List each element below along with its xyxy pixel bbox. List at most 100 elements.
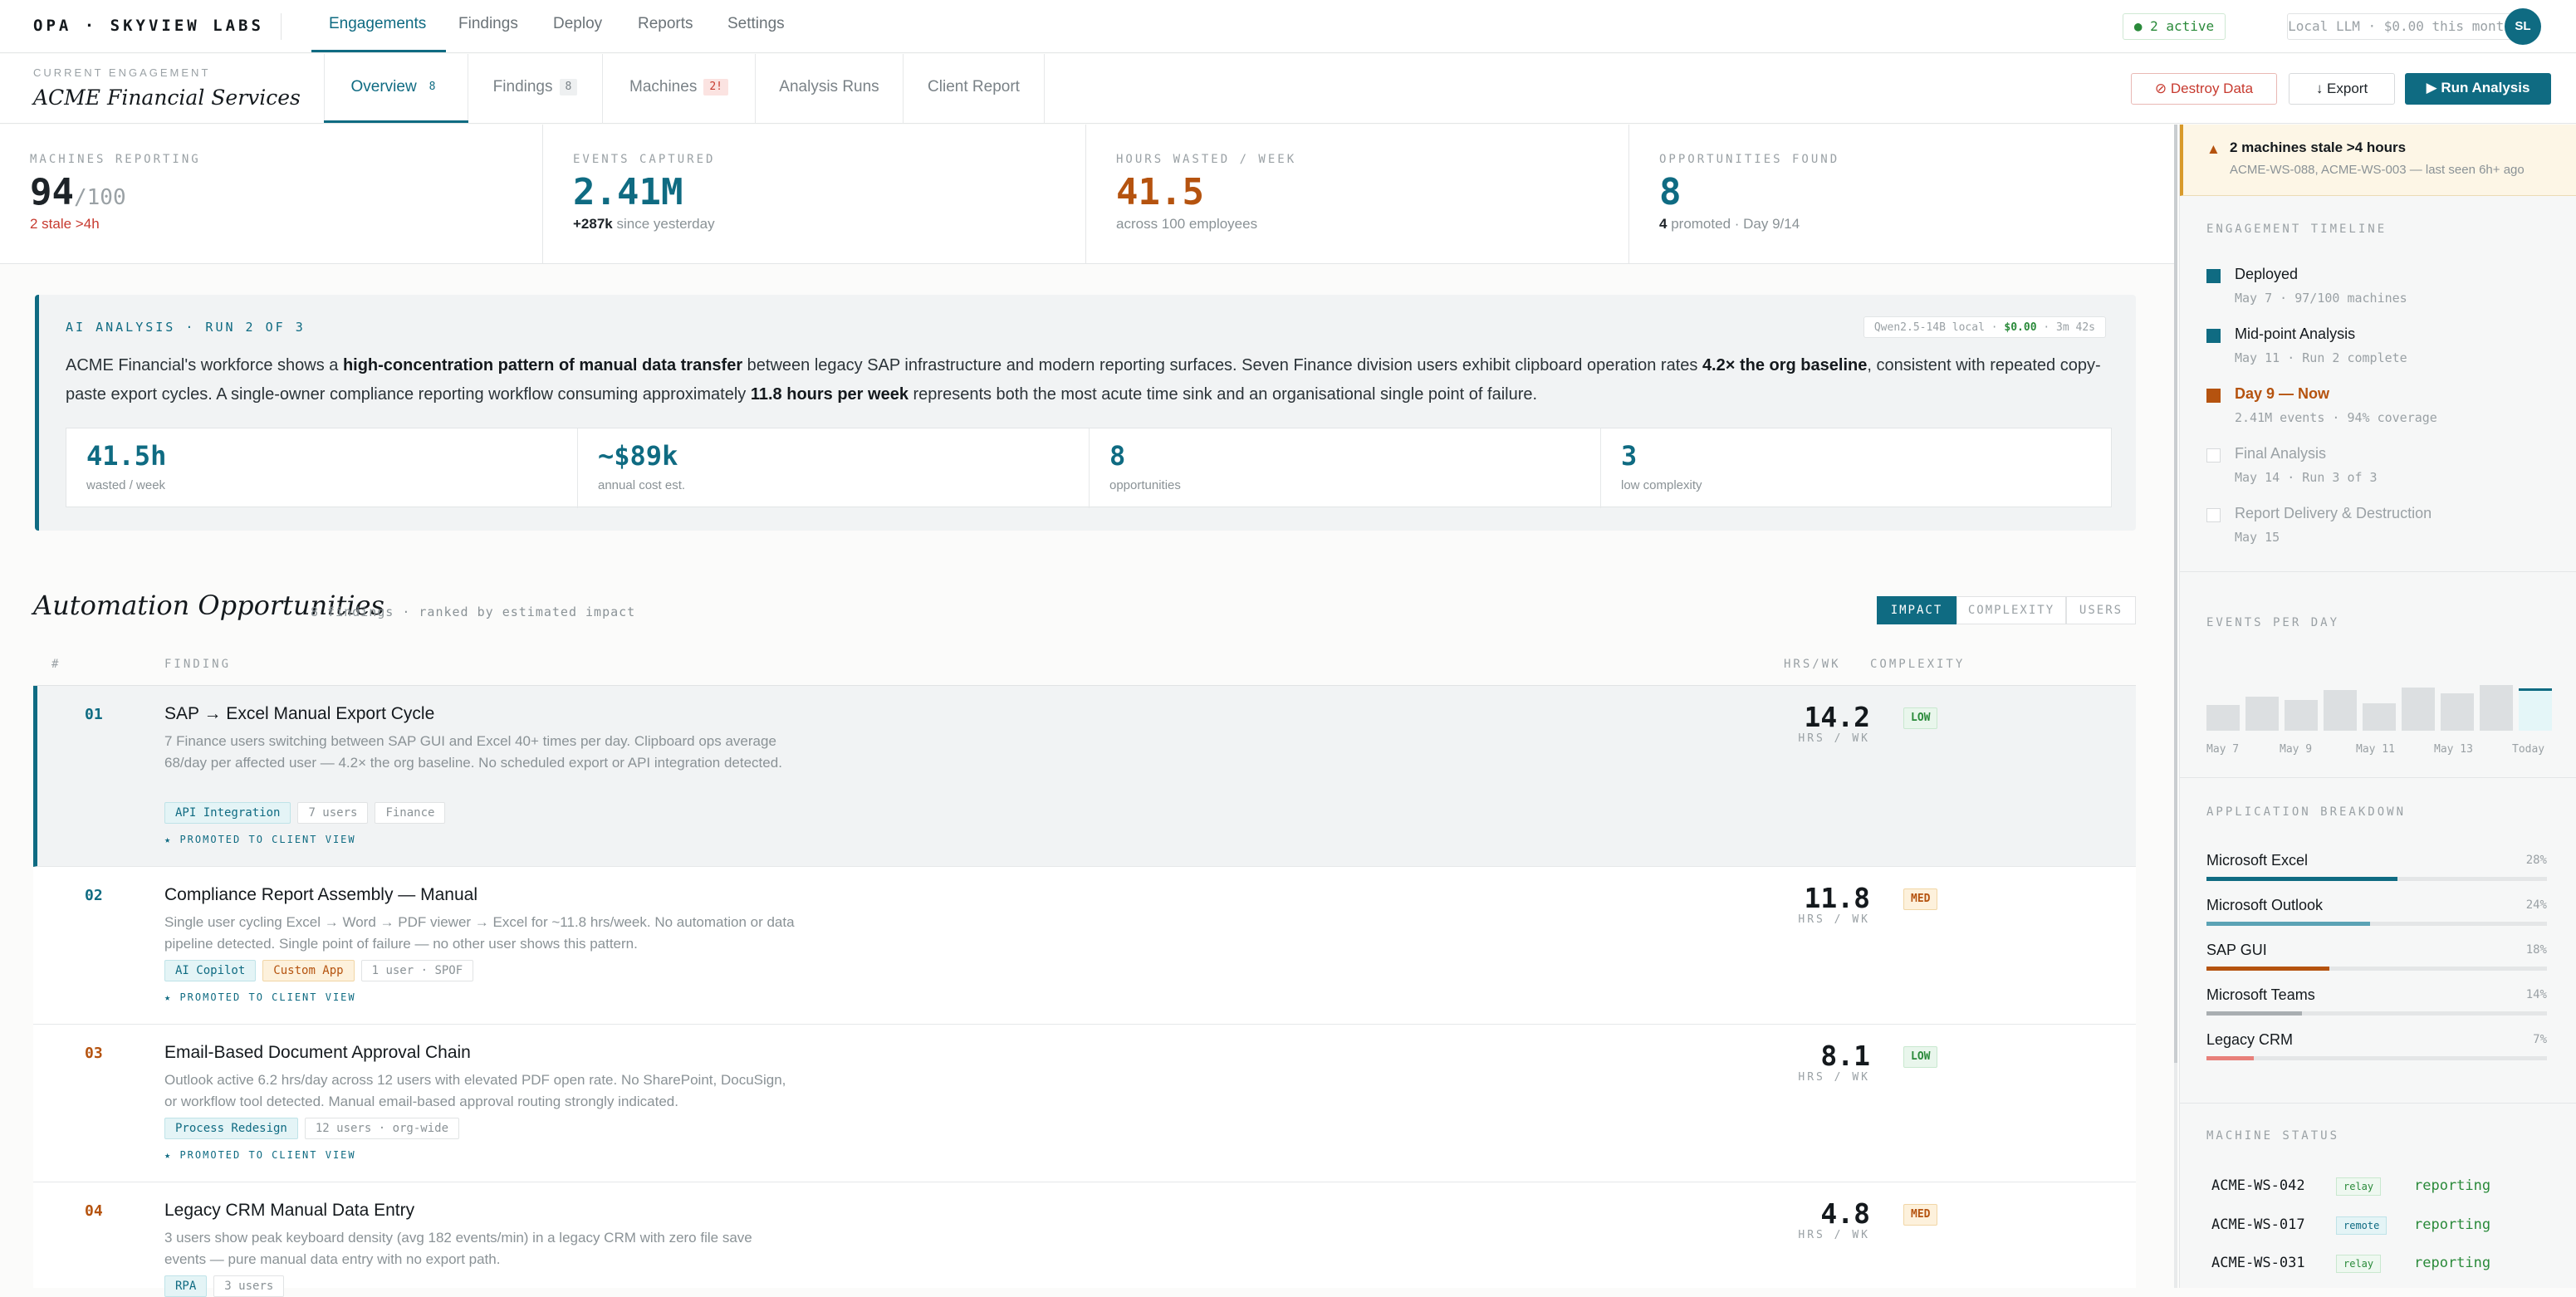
stat-label: HOURS WASTED / WEEK [1116, 153, 1297, 166]
ai-metric-label: low complexity [1621, 478, 1702, 492]
stat-value: 94/100 [30, 171, 126, 213]
nav-settings[interactable]: Settings [727, 15, 785, 33]
nav-divider [281, 13, 282, 40]
stat-subtext-bold: +287k [573, 216, 613, 232]
tab-analysis-runs[interactable]: Analysis Runs [756, 54, 904, 124]
section-divider [2180, 1103, 2576, 1104]
machine-row[interactable]: ACME-WS-031 relay reporting [2211, 1251, 2547, 1276]
destroy-data-button[interactable]: ⊘ Destroy Data [2131, 73, 2277, 105]
timeline-current-marker [2206, 389, 2221, 403]
events-bar [2363, 703, 2396, 731]
tab-machines[interactable]: Machines 2! [603, 54, 756, 124]
timeline-title: Deployed [2235, 266, 2299, 282]
app-bar-fill [2206, 1011, 2302, 1016]
tag: Custom App [262, 960, 355, 981]
timeline-done-marker [2206, 269, 2221, 283]
app-breakdown-row: Microsoft Teams 14% [2206, 986, 2547, 1020]
avatar[interactable]: SL [2505, 8, 2541, 45]
app-bar-track [2206, 1056, 2547, 1060]
table-row[interactable]: 04 Legacy CRM Manual Data Entry 3 users … [33, 1182, 2136, 1297]
row-tags: API Integration 7 users Finance [164, 802, 452, 824]
warning-icon: ▲ [2206, 141, 2221, 157]
promoted-label: ★ PROMOTED TO CLIENT VIEW [164, 834, 356, 845]
ai-metric-value: 41.5h [86, 440, 167, 472]
section-divider [2180, 571, 2576, 572]
row-tags: RPA 3 users [164, 1275, 291, 1297]
ai-metric-label: opportunities [1109, 478, 1181, 492]
stat-label: MACHINES REPORTING [30, 153, 201, 166]
ai-metric: 41.5h wasted / week [66, 428, 578, 508]
tab-count: 8 [559, 78, 578, 95]
stat-value: 41.5 [1116, 171, 1204, 213]
row-hours-unit: HRS / WK [1798, 913, 1870, 926]
timeline-pending-marker [2206, 448, 2221, 463]
col-hrs: HRS/WK [1784, 658, 1841, 671]
machine-status: reporting [2414, 1177, 2491, 1194]
ai-metric-value: 8 [1109, 440, 1126, 472]
nav-findings[interactable]: Findings [458, 15, 518, 33]
row-tags: AI Copilot Custom App 1 user · SPOF [164, 960, 480, 981]
machine-row[interactable]: ACME-WS-042 relay reporting [2211, 1174, 2547, 1199]
ai-model: Qwen2.5-14B local [1873, 321, 1985, 334]
run-analysis-button[interactable]: ▶ Run Analysis [2405, 73, 2551, 105]
nav-active-indicator [311, 50, 446, 52]
nav-deploy[interactable]: Deploy [553, 15, 602, 33]
row-description: 7 Finance users switching between SAP GU… [164, 733, 782, 771]
row-hours: 14.2 [1804, 701, 1870, 733]
timeline-title: Mid-point Analysis [2235, 325, 2356, 342]
app-breakdown-row: Legacy CRM 7% [2206, 1031, 2547, 1065]
stats-row: MACHINES REPORTING 94/100 2 stale >4h EV… [0, 125, 2174, 264]
stat-machines-reporting: MACHINES REPORTING 94/100 2 stale >4h [0, 125, 543, 264]
machine-status: reporting [2414, 1216, 2491, 1233]
ai-metric: ~$89k annual cost est. [578, 428, 1090, 508]
stale-machines-alert[interactable]: ▲ 2 machines stale >4 hours ACME-WS-088,… [2180, 125, 2576, 196]
stat-number: 94 [30, 171, 74, 213]
row-title: Compliance Report Assembly — Manual [164, 885, 477, 904]
sort-complexity-button[interactable]: COMPLEXITY [1956, 596, 2066, 624]
timeline-pending-marker [2206, 508, 2221, 522]
row-hours: 8.1 [1820, 1040, 1870, 1072]
events-section-label: EVENTS PER DAY [2206, 616, 2340, 629]
row-hours-unit: HRS / WK [1798, 1071, 1870, 1084]
app-percent: 24% [2525, 898, 2547, 912]
app-name: Microsoft Excel [2206, 852, 2309, 869]
sort-impact-button[interactable]: IMPACT [1877, 596, 1956, 624]
nav-engagements[interactable]: Engagements [329, 15, 426, 33]
app-name: Microsoft Teams [2206, 986, 2315, 1003]
tag: AI Copilot [164, 960, 257, 981]
table-row[interactable]: 03 Email-Based Document Approval Chain O… [33, 1025, 2136, 1182]
active-engagements-badge[interactable]: ● 2 active [2123, 13, 2226, 40]
stat-value: 8 [1659, 171, 1682, 213]
app-bar-fill [2206, 922, 2370, 926]
machine-id: ACME-WS-042 [2211, 1177, 2305, 1194]
row-title: SAP → Excel Manual Export Cycle [164, 704, 435, 723]
sort-users-button[interactable]: USERS [2066, 596, 2136, 624]
table-row[interactable]: 02 Compliance Report Assembly — Manual S… [33, 867, 2136, 1025]
tab-client-report[interactable]: Client Report [904, 54, 1045, 124]
ai-cost: $0.00 [2004, 321, 2037, 334]
opportunities-subtitle: 8 findings · ranked by estimated impact [311, 604, 636, 619]
stat-subtext: 4 promoted · Day 9/14 [1659, 216, 1800, 232]
app-name: SAP GUI [2206, 942, 2267, 958]
tab-findings[interactable]: Findings 8 [468, 54, 603, 124]
stat-label: OPPORTUNITIES FOUND [1659, 153, 1840, 166]
timeline-title: Final Analysis [2235, 445, 2327, 462]
stat-subtext: 2 stale >4h [30, 216, 100, 232]
export-button[interactable]: ↓ Export [2289, 73, 2395, 105]
table-row[interactable]: 01 SAP → Excel Manual Export Cycle 7 Fin… [33, 686, 2136, 867]
stat-value: 2.41M [573, 171, 683, 213]
row-title: Email-Based Document Approval Chain [164, 1043, 471, 1062]
machine-row[interactable]: ACME-WS-017 remote reporting [2211, 1213, 2547, 1238]
alert-subtext: ACME-WS-088, ACME-WS-003 — last seen 6h+… [2230, 163, 2525, 177]
right-panel: ▲ 2 machines stale >4 hours ACME-WS-088,… [2179, 125, 2576, 1288]
row-hours-unit: HRS / WK [1798, 732, 1870, 745]
row-tags: Process Redesign 12 users · org-wide [164, 1118, 466, 1139]
ai-metric: 8 opportunities [1090, 428, 1601, 508]
row-rank: 03 [85, 1045, 103, 1062]
main-scrollbar-thumb[interactable] [2174, 125, 2177, 1063]
machine-id: ACME-WS-017 [2211, 1216, 2305, 1233]
tab-overview[interactable]: Overview 8 [324, 54, 468, 124]
nav-reports[interactable]: Reports [638, 15, 693, 33]
events-bar [2441, 693, 2474, 731]
llm-cost-indicator: Local LLM · $0.00 this month [2287, 13, 2513, 40]
